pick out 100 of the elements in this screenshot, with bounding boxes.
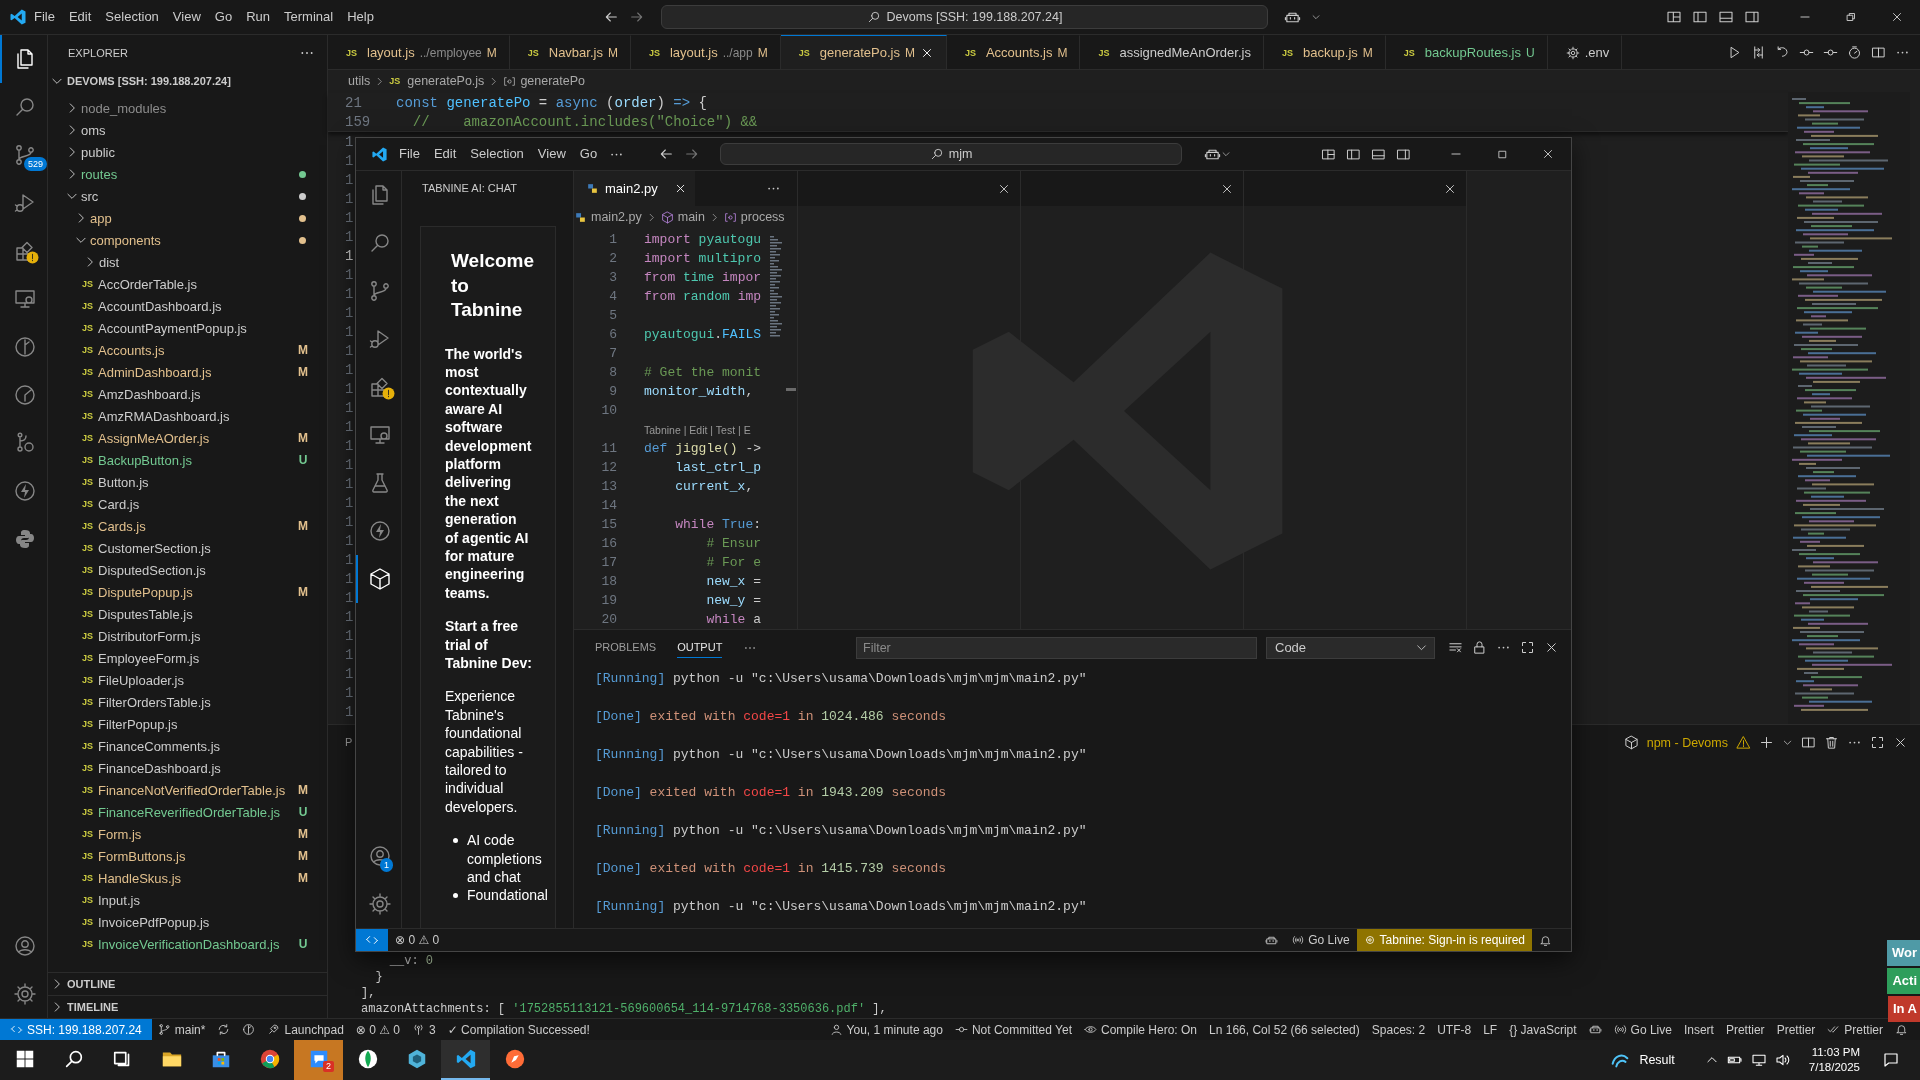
breadcrumb-item[interactable]: generatePo.js [407,74,485,88]
file-name[interactable]: InvoicePdfPopup.js [98,914,311,930]
file-name[interactable]: Input.js [98,892,311,908]
undo-icon[interactable] [1775,44,1790,60]
file-name[interactable]: AccountDashboard.js [98,298,311,314]
close-icon[interactable] [1544,640,1559,655]
file-name[interactable]: AmzDashboard.js [98,386,311,402]
taskbar-button[interactable]: 2 [294,1040,343,1080]
terminal-name[interactable]: npm - Devoms [1646,735,1728,750]
editor-tab[interactable]: JS backup.js M [1263,35,1386,69]
output-channel-dropdown[interactable]: Code [1266,636,1435,659]
editor-tab[interactable]: JS generatePo.js M [780,35,947,69]
bottom-panel-icon[interactable] [1718,9,1734,25]
code-lens[interactable]: Tabnine | Edit | Test | E [644,423,751,436]
menu-item[interactable]: Terminal [277,6,341,28]
status-item[interactable]: Tabnine: Sign-in is required [1356,929,1532,951]
folder-name[interactable]: components [90,232,299,248]
file-name[interactable]: FileUploader.js [98,672,311,688]
close-icon[interactable] [674,182,687,195]
file-name[interactable]: FormButtons.js [98,848,295,864]
file-name[interactable]: AssignMeAOrder.js [98,430,295,446]
editor-tab[interactable]: JS layout.js ../employee M [328,35,510,69]
maximize-panel-icon[interactable] [1870,735,1885,750]
scrollbar-thumb[interactable] [786,388,796,391]
breadcrumb-item[interactable]: main2.py [591,210,642,224]
file-name[interactable]: HandleSkus.js [98,870,295,886]
status-item[interactable]: Not Committed Yet [948,1019,1078,1040]
bell-icon[interactable] [1539,933,1552,947]
split-editor-icon[interactable] [1871,44,1886,60]
menu-item[interactable]: Go [207,6,240,28]
menu-item[interactable]: Go [572,143,605,165]
section-title[interactable]: OUTLINE [67,978,116,990]
clock-date[interactable]: 7/18/2025 [1808,1060,1860,1075]
file-name[interactable]: AccOrderTable.js [98,276,311,292]
file-name[interactable]: EmployeeForm.js [98,650,311,666]
file-name[interactable]: FinanceComments.js [98,738,311,754]
editor-tab[interactable]: JS Accounts.js M [946,35,1081,69]
folder-name[interactable]: public [81,144,311,160]
status-item[interactable]: main* [151,1019,212,1040]
editor-tab[interactable]: JS backupRoutes.js U [1385,35,1548,69]
status-item[interactable]: Ln 166, Col 52 (66 selected) [1203,1019,1366,1040]
file-name[interactable]: DisputedSection.js [98,562,311,578]
notification-icon[interactable] [1882,1051,1900,1069]
file-name[interactable]: DisputesTable.js [98,606,311,622]
menu-item[interactable]: View [530,143,573,165]
lock-icon[interactable] [1472,640,1487,655]
file-name[interactable]: DistributorForm.js [98,628,311,644]
problems-count[interactable]: ⊗ 0 ⚠ 0 [388,929,447,951]
robot-icon[interactable] [1588,1023,1602,1036]
file-name[interactable]: Card.js [98,496,311,512]
arrow-right-icon[interactable] [629,9,645,25]
timer-icon[interactable] [1847,44,1862,60]
folder-name[interactable]: dist [99,254,311,270]
panel-tab[interactable]: PROBLEMS [595,637,657,658]
status-item[interactable]: ✓ Compilation Successed! [441,1019,596,1040]
file-name[interactable]: Accounts.js [98,342,295,358]
breadcrumb-item[interactable]: utils [348,74,371,88]
status-item[interactable]: Launchpad [261,1019,350,1040]
folder-name[interactable]: node_modules [81,100,311,116]
panel-tab[interactable]: OUTPUT [677,637,723,658]
file-name[interactable]: Button.js [98,474,311,490]
status-item[interactable]: Go Live [1285,929,1357,951]
arrow-left-icon[interactable] [658,146,675,162]
status-item[interactable]: Spaces: 2 [1365,1019,1432,1040]
file-name[interactable]: AdminDashboard.js [98,364,295,380]
editor-tab[interactable]: main2.py [574,171,695,206]
status-item[interactable]: LF [1477,1019,1504,1040]
status-item[interactable]: ⊗ 0 ⚠ 0 [349,1019,406,1040]
clock-time[interactable]: 11:03 PM [1811,1045,1860,1060]
folder-name[interactable]: routes [81,166,299,182]
speaker-icon[interactable] [1774,1052,1791,1068]
bottom-panel-icon[interactable] [1371,146,1386,162]
menu-item[interactable]: File [27,6,62,28]
close-icon[interactable] [1893,735,1908,750]
file-name[interactable]: FinanceNotVerifiedOrderTable.js [98,782,295,798]
menu-item[interactable]: Selection [463,143,531,165]
file-name[interactable]: AmzRMADashboard.js [98,408,311,424]
status-item[interactable]: Compile Hero: On [1078,1019,1204,1040]
status-item[interactable]: Go Live [1607,1019,1678,1040]
right-sidebar-icon[interactable] [1744,9,1760,25]
file-name[interactable]: FilterPopup.js [98,716,311,732]
status-item[interactable]: Prettier [1821,1019,1889,1040]
taskbar-button[interactable] [441,1040,490,1080]
left-sidebar-icon[interactable] [1346,146,1361,162]
bell-icon[interactable] [1895,1023,1908,1036]
editor-tab[interactable]: JS assignedMeAnOrder.js [1080,35,1264,69]
section-title[interactable]: TIMELINE [67,1001,119,1013]
file-name[interactable]: FinanceReverifiedOrderTable.js [98,804,295,820]
file-name[interactable]: FilterOrdersTable.js [98,694,311,710]
menu-item[interactable]: Help [340,6,381,28]
file-name[interactable]: BackupButton.js [98,452,295,468]
folder-name[interactable]: src [81,188,299,204]
status-item[interactable]: Prettier [1719,1019,1771,1040]
compare-icon[interactable] [1751,44,1766,60]
status-item[interactable]: You, 1 minute ago [823,1019,949,1040]
sync-icon[interactable] [217,1023,231,1036]
menu-item[interactable]: Edit [61,6,99,28]
filter-field[interactable]: Filter [856,636,1257,659]
menu-item[interactable]: File [392,143,427,165]
editor-tab[interactable]: .env [1547,35,1623,69]
